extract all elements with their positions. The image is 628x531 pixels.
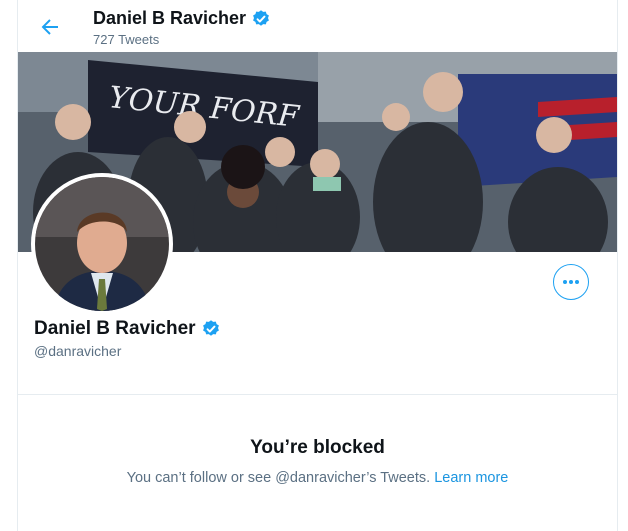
profile-handle: @danravicher xyxy=(34,343,122,359)
profile-display-name: Daniel B Ravicher xyxy=(34,318,196,339)
learn-more-link[interactable]: Learn more xyxy=(434,470,508,486)
verified-badge-icon xyxy=(202,320,219,336)
blocked-title: You’re blocked xyxy=(250,437,385,458)
profile-name: Daniel B Ravicher xyxy=(34,318,221,340)
section-divider xyxy=(18,394,617,395)
more-options-button[interactable] xyxy=(553,264,589,300)
blocked-message-text: You can’t follow or see @danravicher’s T… xyxy=(126,470,431,486)
header-display-name: Daniel B Ravicher xyxy=(93,8,247,28)
back-button[interactable] xyxy=(38,15,62,39)
profile-column: Daniel B Ravicher 727 Tweets YOUR FORF D… xyxy=(17,0,618,531)
arrow-left-icon xyxy=(41,19,58,35)
verified-badge-icon xyxy=(253,9,269,26)
header-bar: Daniel B Ravicher 727 Tweets xyxy=(18,0,617,52)
profile-avatar[interactable] xyxy=(31,173,173,315)
tweet-count: 727 Tweets xyxy=(93,32,160,47)
avatar-photo xyxy=(35,177,169,311)
header-title: Daniel B Ravicher xyxy=(93,8,271,29)
blocked-message: You can’t follow or see @danravicher’s T… xyxy=(18,470,617,486)
more-horizontal-icon xyxy=(563,280,579,284)
